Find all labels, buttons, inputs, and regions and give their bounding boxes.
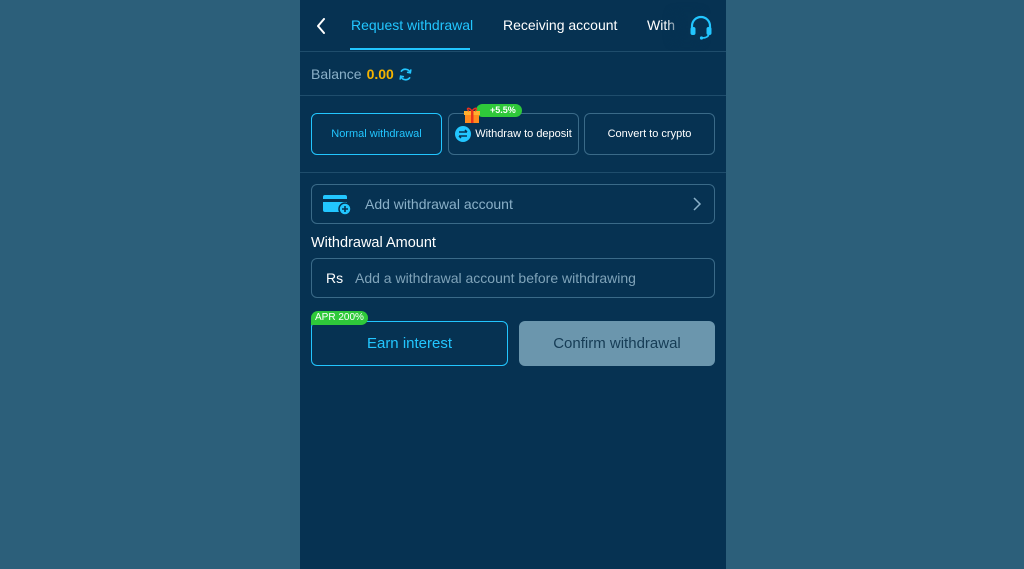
add-withdrawal-account-button[interactable]: Add withdrawal account <box>311 184 715 224</box>
method-convert-to-crypto[interactable]: Convert to crypto <box>584 113 715 155</box>
divider <box>300 95 726 96</box>
headset-icon <box>690 15 712 40</box>
balance-value: 0.00 <box>366 66 394 82</box>
apr-badge: APR 200% <box>311 311 368 325</box>
confirm-withdrawal-button[interactable]: Confirm withdrawal <box>519 321 715 366</box>
active-tab-indicator <box>350 48 470 50</box>
tab-withdrawal-history[interactable]: With <box>647 17 675 33</box>
gift-icon <box>464 107 480 123</box>
back-button[interactable] <box>310 14 332 38</box>
balance-row: Balance 0.00 <box>311 64 413 84</box>
earn-interest-button[interactable]: Earn interest <box>311 321 508 366</box>
amount-input[interactable] <box>355 270 705 286</box>
chevron-right-icon <box>693 197 702 211</box>
tab-request-withdrawal[interactable]: Request withdrawal <box>351 17 473 33</box>
support-button[interactable] <box>688 14 714 40</box>
bonus-badge: +5.5% <box>476 104 522 117</box>
confirm-withdrawal-label: Confirm withdrawal <box>553 335 681 352</box>
withdrawal-panel: Request withdrawal Receiving account Wit… <box>300 0 726 569</box>
refresh-icon[interactable] <box>398 67 413 82</box>
back-arrow-icon <box>317 18 325 34</box>
divider <box>300 172 726 173</box>
add-account-label: Add withdrawal account <box>365 196 513 212</box>
withdrawal-amount-label: Withdrawal Amount <box>311 235 436 251</box>
tab-receiving-account[interactable]: Receiving account <box>503 17 617 33</box>
method-normal-withdrawal[interactable]: Normal withdrawal <box>311 113 442 155</box>
balance-label: Balance <box>311 66 362 82</box>
header-tabs: Request withdrawal Receiving account Wit… <box>300 0 726 52</box>
method-label: Convert to crypto <box>607 128 692 140</box>
swap-icon <box>455 126 472 142</box>
currency-symbol: Rs <box>326 270 344 286</box>
card-add-icon <box>323 195 352 216</box>
withdrawal-amount-field[interactable]: Rs <box>311 258 715 298</box>
method-label: Normal withdrawal <box>331 128 422 140</box>
method-label: Withdraw to deposit <box>475 128 572 140</box>
earn-interest-label: Earn interest <box>366 335 453 352</box>
